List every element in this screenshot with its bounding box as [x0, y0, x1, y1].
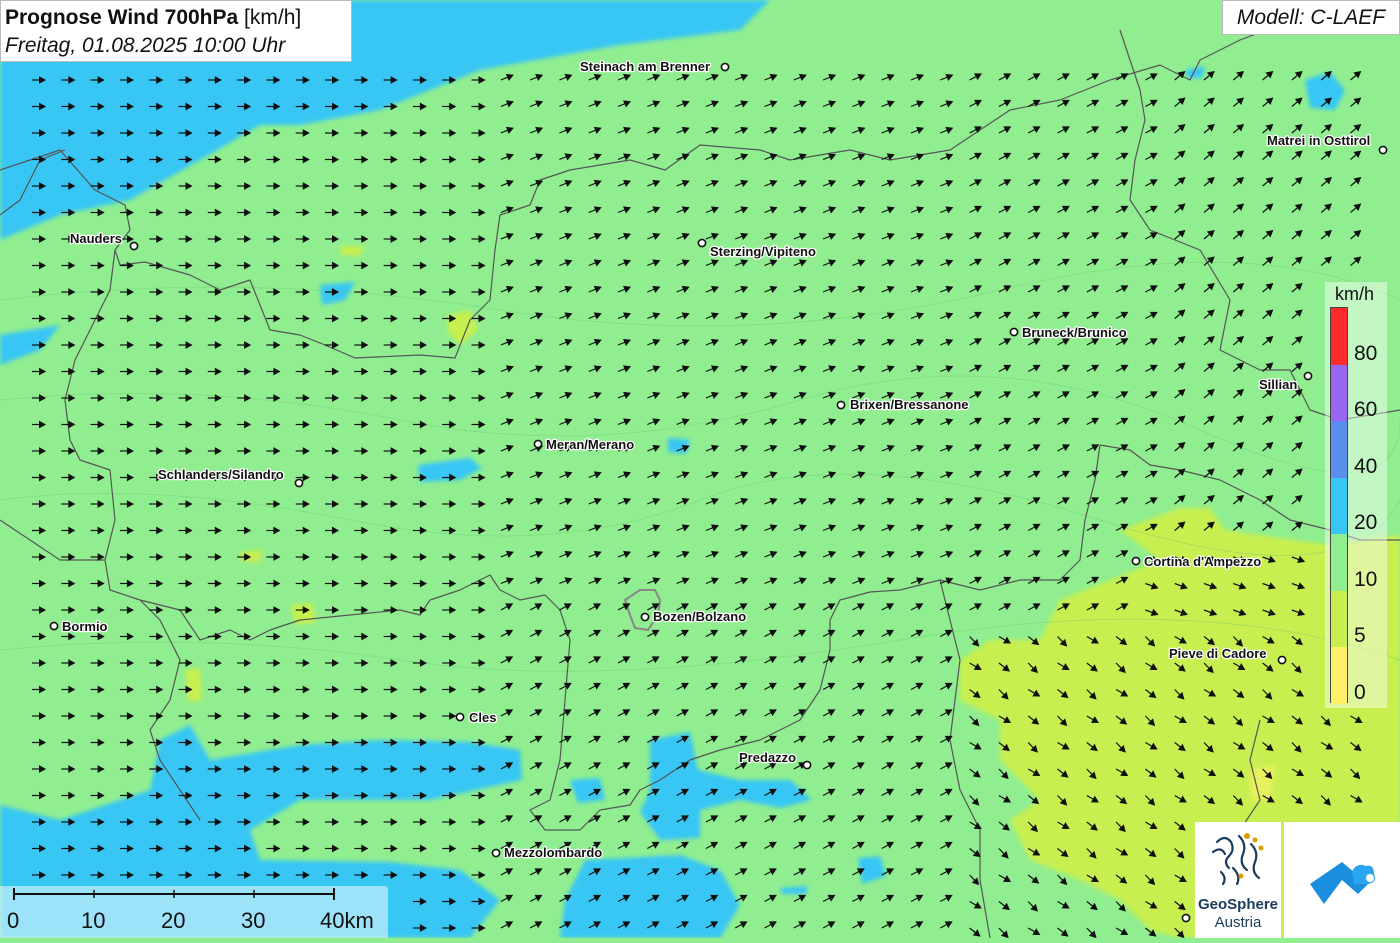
scale-bar: 0 10 20 30 40km [0, 886, 388, 938]
title-unit: [km/h] [244, 6, 302, 29]
legend-swatch [1331, 534, 1347, 591]
legend-swatch [1331, 590, 1347, 648]
city-label: Predazzo [739, 750, 796, 765]
geosphere-logo-subtext: Austria [1214, 914, 1262, 931]
city-label: Sillian [1259, 377, 1297, 392]
legend-swatch [1331, 364, 1347, 422]
legend-swatch [1331, 647, 1347, 704]
legend-swatch [1331, 477, 1347, 535]
scale-label-10: 10 [81, 908, 106, 933]
city-label: Mezzolombardo [504, 845, 602, 860]
weather-app-logo-icon [1310, 862, 1376, 904]
city-dot-unlabeled [1181, 913, 1191, 923]
scale-label-40km: 40km [320, 908, 374, 933]
scale-label-20: 20 [161, 908, 186, 933]
legend-unit: km/h [1335, 284, 1375, 304]
map-title-box: Prognose Wind 700hPa [km/h] Freitag, 01.… [0, 0, 352, 62]
city-dot [1009, 327, 1019, 337]
wind-map[interactable]: Steinach am Brenner Matrei in Osttirol Nau… [0, 0, 1400, 938]
city-marker[interactable]: Cortina d'Ampezzo [1131, 553, 1263, 570]
legend-label: 40 [1354, 454, 1378, 478]
city-label: Sterzing/Vipiteno [710, 244, 816, 259]
city-label: Cles [469, 710, 496, 725]
city-dot [802, 760, 812, 770]
city-marker[interactable]: Bruneck/Brunico [1009, 324, 1128, 341]
geosphere-logo[interactable]: GeoSphere Austria [1195, 822, 1281, 938]
legend-label: 60 [1354, 398, 1378, 422]
city-dot [640, 612, 650, 622]
city-label: Bormio [62, 619, 108, 634]
city-label: Pieve di Cadore [1169, 646, 1267, 661]
geosphere-logo-icon [1211, 833, 1264, 886]
city-dot [49, 621, 59, 631]
geosphere-logo-text: GeoSphere [1197, 896, 1279, 913]
city-label: Steinach am Brenner [580, 59, 710, 74]
city-dot [294, 478, 304, 488]
legend-color-bar [1330, 307, 1348, 704]
city-dot [1378, 145, 1388, 155]
city-marker[interactable]: Brixen/Bressanone [836, 396, 970, 413]
city-label: Cortina d'Ampezzo [1144, 554, 1261, 569]
legend-label: 10 [1354, 567, 1378, 591]
city-marker[interactable]: Steinach am Brenner [579, 58, 730, 75]
city-dot [455, 712, 465, 722]
legend-label: 5 [1354, 624, 1366, 648]
city-dot [1131, 556, 1141, 566]
city-marker[interactable]: Mezzolombardo [491, 844, 604, 861]
city-label: Schlanders/Silandro [158, 467, 284, 482]
legend-swatch [1331, 308, 1347, 365]
legend-label: 20 [1354, 511, 1378, 535]
city-dot [836, 400, 846, 410]
color-legend: km/h 80 60 40 20 10 5 0 [1325, 282, 1387, 708]
weather-app-logo[interactable] [1284, 822, 1400, 938]
city-label: Bozen/Bolzano [653, 609, 746, 624]
city-label: Brixen/Bressanone [850, 397, 969, 412]
city-dot [533, 439, 543, 449]
city-marker[interactable]: Bozen/Bolzano [640, 608, 747, 625]
city-dot [1303, 371, 1313, 381]
city-dot [129, 241, 139, 251]
city-label: Nauders [70, 231, 122, 246]
city-dot [491, 848, 501, 858]
city-dot [1277, 655, 1287, 665]
scale-label-30: 30 [241, 908, 266, 933]
legend-swatch [1331, 421, 1347, 478]
legend-label: 80 [1354, 341, 1378, 365]
map-title: Prognose Wind 700hPa [km/h] [5, 4, 347, 32]
title-main: Prognose Wind 700hPa [5, 6, 239, 29]
city-label: Meran/Merano [546, 437, 634, 452]
city-dot [720, 62, 730, 72]
city-dot [697, 238, 707, 248]
forecast-datetime: Freitag, 01.08.2025 10:00 Uhr [5, 34, 286, 57]
legend-label: 0 [1354, 681, 1366, 704]
city-label: Bruneck/Brunico [1022, 325, 1127, 340]
scale-label-0: 0 [7, 908, 20, 933]
city-marker[interactable]: Meran/Merano [533, 436, 635, 453]
model-label: Modell: C-LAEF [1222, 0, 1400, 35]
city-label: Matrei in Osttirol [1267, 133, 1370, 148]
